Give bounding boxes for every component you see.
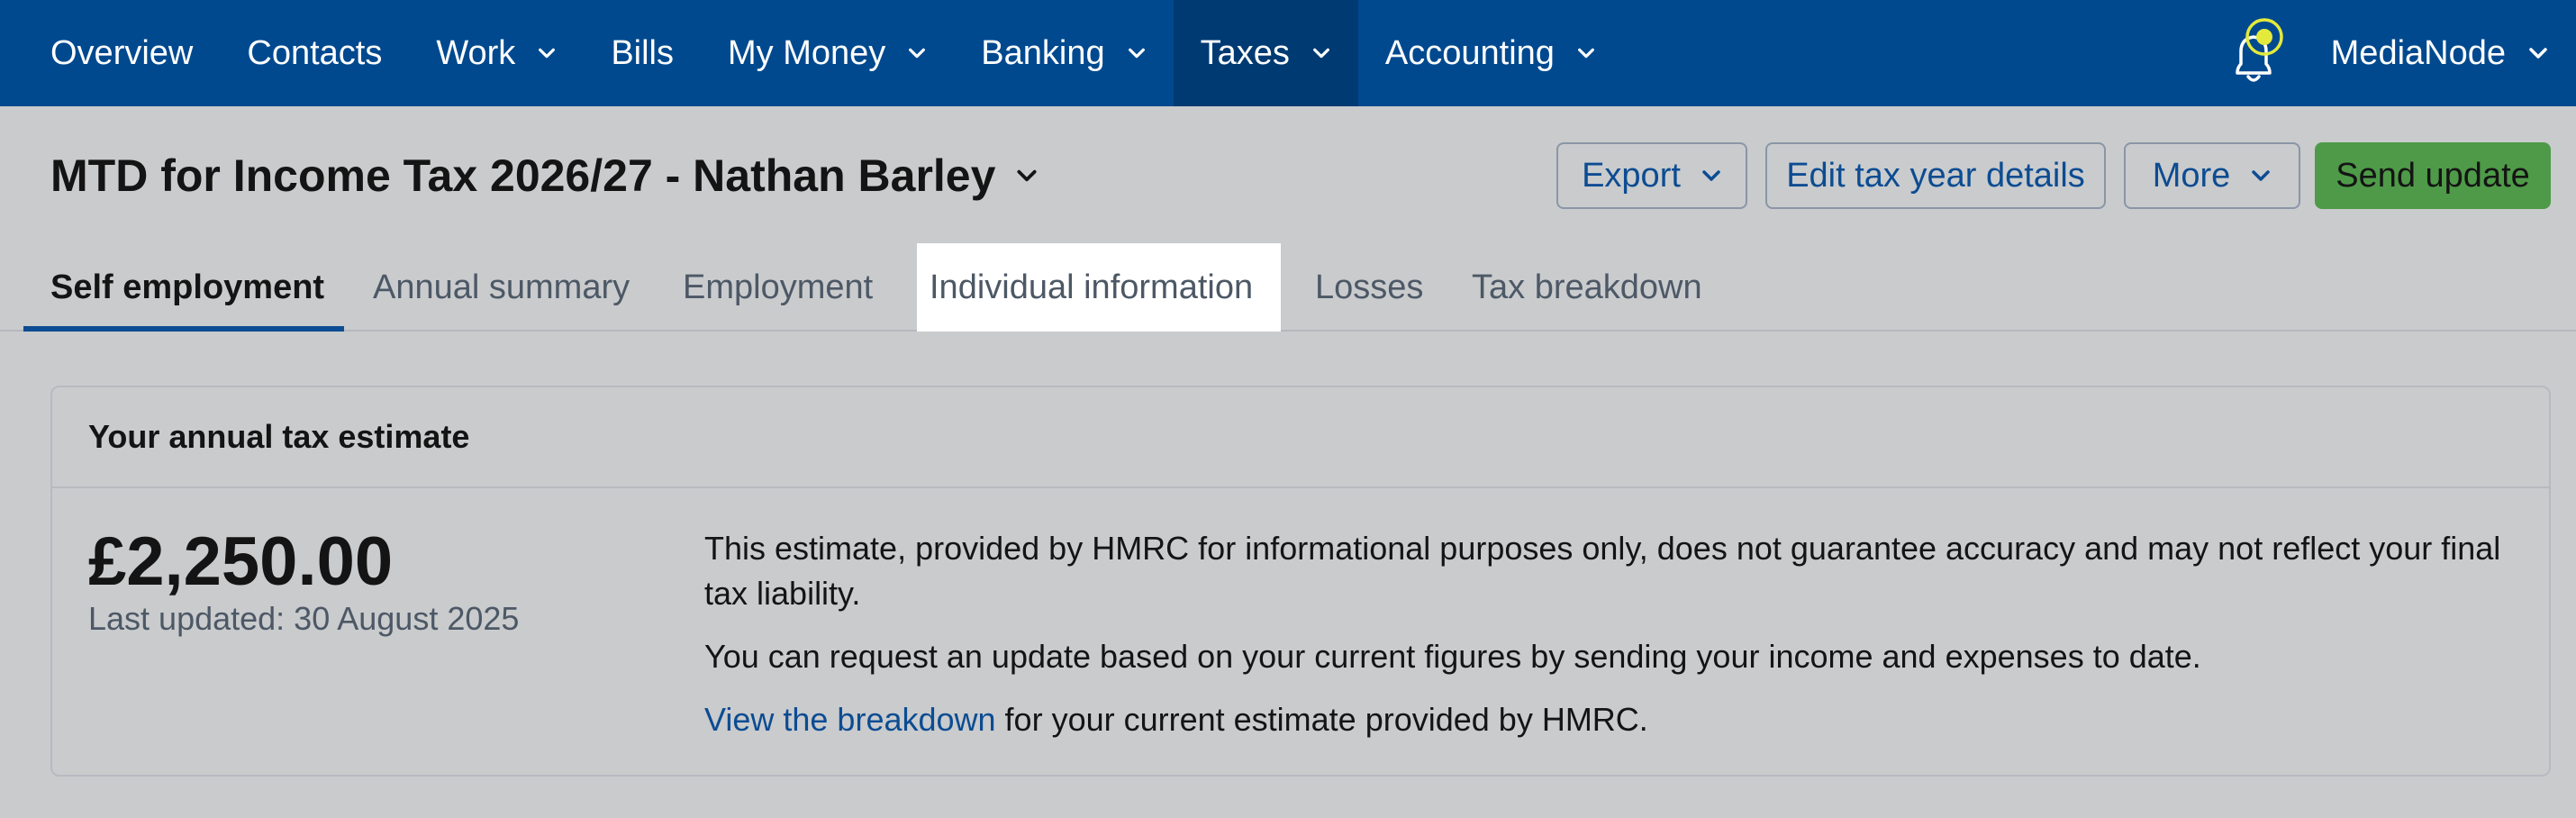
tab-employment[interactable]: Employment — [683, 243, 873, 332]
chevron-down-icon — [1577, 48, 1594, 59]
nav-banking-label: Banking — [981, 33, 1105, 72]
chevron-down-icon — [2252, 170, 2271, 181]
tab-label: Individual information — [930, 268, 1254, 306]
tab-bar: Self employment Annual summary Employmen… — [0, 243, 2576, 332]
nav-work[interactable]: Work — [409, 0, 584, 106]
chevron-down-icon — [1702, 170, 1720, 181]
chevron-down-icon — [2529, 48, 2547, 59]
tab-individual-information[interactable]: Individual information — [917, 243, 1281, 332]
view-breakdown-link[interactable]: View the breakdown — [704, 701, 996, 738]
chevron-down-icon — [539, 48, 556, 59]
tab-losses[interactable]: Losses — [1315, 243, 1423, 332]
nav-contacts[interactable]: Contacts — [220, 0, 409, 106]
nav-contacts-label: Contacts — [247, 33, 383, 72]
nav-taxes[interactable]: Taxes — [1173, 0, 1358, 106]
estimate-description: This estimate, provided by HMRC for info… — [704, 526, 2524, 760]
notifications-button[interactable] — [2218, 17, 2291, 89]
disclaimer-text: This estimate, provided by HMRC for info… — [704, 530, 2501, 612]
tab-self-employment[interactable]: Self employment — [50, 243, 324, 332]
nav-banking[interactable]: Banking — [954, 0, 1173, 106]
tab-label: Employment — [683, 268, 874, 306]
account-name: MediaNode — [2330, 33, 2506, 72]
account-menu[interactable]: MediaNode — [2331, 34, 2576, 73]
chevron-down-icon — [1312, 48, 1329, 59]
nav-right: MediaNode — [2218, 0, 2576, 106]
chevron-down-icon — [1017, 169, 1037, 182]
tab-label: Self employment — [50, 268, 325, 306]
send-label: Send update — [2336, 156, 2530, 195]
send-update-button[interactable]: Send update — [2315, 142, 2551, 209]
page-title[interactable]: MTD for Income Tax 2026/27 - Nathan Barl… — [50, 150, 1039, 202]
export-label: Export — [1582, 156, 1681, 195]
tab-label: Annual summary — [373, 268, 630, 306]
nav-bills[interactable]: Bills — [584, 0, 701, 106]
export-button[interactable]: Export — [1556, 142, 1747, 209]
last-updated: Last updated: 30 August 2025 — [88, 600, 520, 637]
breakdown-line: View the breakdown for your current esti… — [704, 697, 2524, 742]
estimate-amount: £2,250.00 — [88, 523, 394, 600]
card-heading-text: Your annual tax estimate — [88, 418, 470, 455]
chevron-down-icon — [909, 48, 926, 59]
edit-label: Edit tax year details — [1786, 156, 2085, 195]
tab-label: Tax breakdown — [1472, 268, 1702, 306]
nav-overview-label: Overview — [50, 33, 194, 72]
tax-estimate-card: Your annual tax estimate £2,250.00 Last … — [50, 386, 2551, 777]
tab-label: Losses — [1315, 268, 1424, 306]
nav-accounting-label: Accounting — [1384, 33, 1555, 72]
more-label: More — [2152, 156, 2231, 195]
nav-taxes-label: Taxes — [1200, 33, 1290, 72]
nav-my-money[interactable]: My Money — [701, 0, 954, 106]
nav-bills-label: Bills — [611, 33, 674, 72]
top-nav: Overview Contacts Work Bills My Money Ba… — [0, 0, 2576, 106]
active-tab-indicator — [23, 326, 344, 332]
chevron-down-icon — [1128, 48, 1145, 59]
nav-overview[interactable]: Overview — [0, 0, 220, 106]
page-title-text: MTD for Income Tax 2026/27 - Nathan Barl… — [50, 150, 996, 201]
more-button[interactable]: More — [2124, 142, 2300, 209]
nav-my-money-label: My Money — [728, 33, 886, 72]
bell-icon — [2235, 18, 2283, 82]
breakdown-suffix: for your current estimate provided by HM… — [995, 701, 1648, 738]
tab-annual-summary[interactable]: Annual summary — [373, 243, 630, 332]
nav-work-label: Work — [436, 33, 516, 72]
edit-tax-year-button[interactable]: Edit tax year details — [1765, 142, 2106, 209]
request-update-text: You can request an update based on your … — [704, 638, 2201, 675]
tab-tax-breakdown[interactable]: Tax breakdown — [1472, 243, 1702, 332]
nav-accounting[interactable]: Accounting — [1358, 0, 1623, 106]
card-heading: Your annual tax estimate — [52, 387, 2549, 488]
